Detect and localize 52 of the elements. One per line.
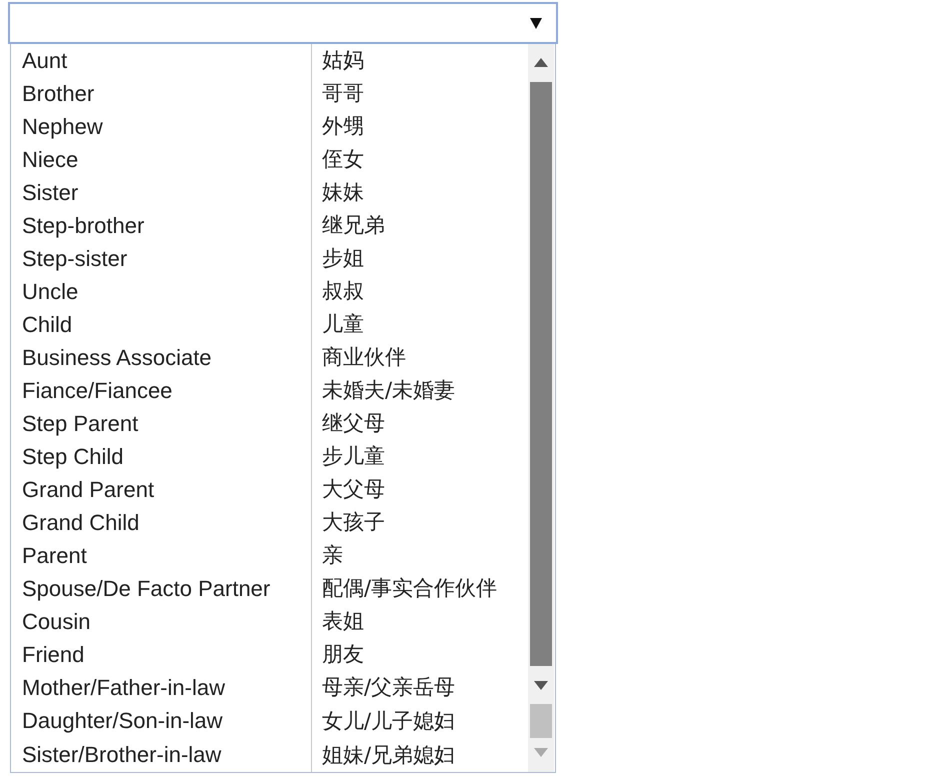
option-translation[interactable]: 步姐 <box>322 248 364 269</box>
option-label[interactable]: Sister/Brother-in-law <box>22 744 222 766</box>
option-label[interactable]: Step-sister <box>22 248 128 270</box>
option-label[interactable]: Aunt <box>22 50 68 72</box>
option-translation[interactable]: 未婚夫/未婚妻 <box>322 380 456 401</box>
scrollbar-thumb[interactable] <box>530 704 552 738</box>
option-label[interactable]: Niece <box>22 148 78 170</box>
option-label[interactable]: Step Child <box>22 446 124 468</box>
option-translation[interactable]: 侄女 <box>322 149 364 170</box>
option-label[interactable]: Step-brother <box>22 214 144 236</box>
option-translation[interactable]: 叔叔 <box>322 281 364 302</box>
option-label[interactable]: Grand Child <box>22 512 140 534</box>
scroll-up-icon[interactable] <box>534 58 548 67</box>
option-translation[interactable]: 姑妈 <box>322 50 364 71</box>
option-translation[interactable]: 哥哥 <box>322 83 364 104</box>
option-translation[interactable]: 朋友 <box>322 644 364 665</box>
scrollbar-thumb[interactable] <box>530 82 552 666</box>
dropdown-field[interactable] <box>8 2 558 44</box>
option-label[interactable]: Spouse/De Facto Partner <box>22 578 270 600</box>
option-label[interactable]: Nephew <box>22 116 103 138</box>
option-translation[interactable]: 继父母 <box>322 413 385 434</box>
scroll-down-icon[interactable] <box>534 681 548 690</box>
option-translation[interactable]: 商业伙伴 <box>322 347 406 368</box>
scrollbar[interactable] <box>528 704 554 772</box>
scrollbar[interactable] <box>528 44 554 704</box>
option-translation[interactable]: 儿童 <box>322 314 364 335</box>
option-translation[interactable]: 女儿/儿子媳妇 <box>322 710 456 732</box>
option-label[interactable]: Child <box>22 314 72 336</box>
option-label[interactable]: Brother <box>22 82 94 104</box>
option-label[interactable]: Friend <box>22 644 84 666</box>
option-translation[interactable]: 外甥 <box>322 116 364 137</box>
option-translation[interactable]: 母亲/父亲岳母 <box>322 677 456 698</box>
option-label[interactable]: Cousin <box>22 610 90 632</box>
option-translation[interactable]: 妹妹 <box>322 182 364 203</box>
option-translation[interactable]: 表姐 <box>322 611 364 632</box>
option-label[interactable]: Sister <box>22 182 78 204</box>
option-label[interactable]: Business Associate <box>22 346 212 368</box>
option-label[interactable]: Daughter/Son-in-law <box>22 710 223 732</box>
option-label[interactable]: Mother/Father-in-law <box>22 676 225 698</box>
option-label[interactable]: Step Parent <box>22 412 138 434</box>
option-translation[interactable]: 步儿童 <box>322 446 385 467</box>
option-label[interactable]: Uncle <box>22 280 78 302</box>
option-label[interactable]: Fiance/Fiancee <box>22 380 172 402</box>
option-translation[interactable]: 姐妹/兄弟媳妇 <box>322 744 456 766</box>
option-translation[interactable]: 亲 <box>322 545 343 566</box>
option-translation[interactable]: 配偶/事实合作伙伴 <box>322 578 498 599</box>
option-label[interactable]: Parent <box>22 544 87 566</box>
option-translation[interactable]: 大父母 <box>322 479 385 500</box>
dropdown-caret-icon[interactable] <box>530 17 542 29</box>
option-translation[interactable]: 大孩子 <box>322 512 385 533</box>
option-translation[interactable]: 继兄弟 <box>322 215 385 236</box>
option-label[interactable]: Grand Parent <box>22 478 154 500</box>
